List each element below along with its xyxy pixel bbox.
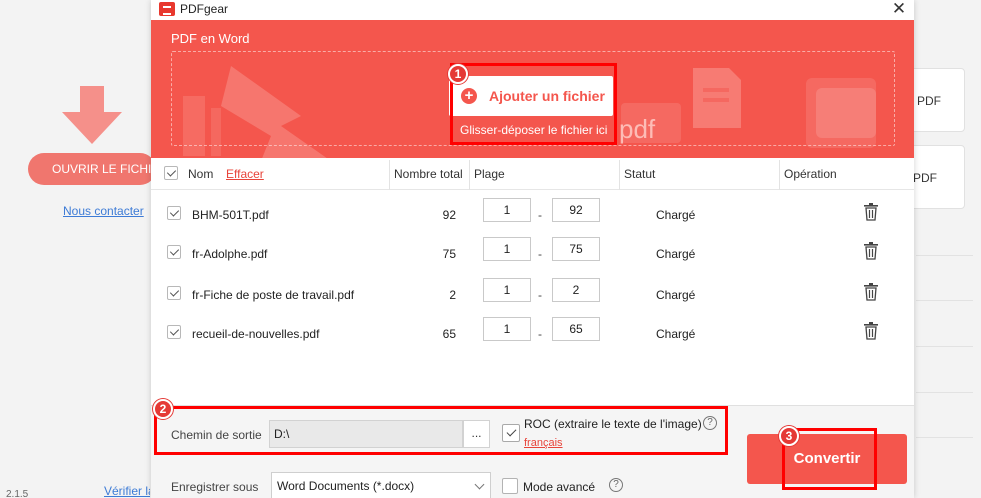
chevron-down-icon — [474, 479, 485, 490]
output-path-label: Chemin de sortie — [171, 428, 262, 442]
ocr-checkbox[interactable] — [502, 424, 520, 442]
drop-hint: Glisser-déposer le fichier ici — [460, 123, 608, 137]
column-header-name: Nom — [188, 167, 214, 181]
status-text: Chargé — [656, 208, 696, 222]
verify-link[interactable]: Vérifier la — [104, 484, 150, 498]
file-name: recueil-de-nouvelles.pdf — [192, 327, 320, 341]
status-text: Chargé — [656, 288, 696, 302]
advanced-mode-label: Mode avancé — [523, 480, 596, 494]
version-label: 2.1.5 — [6, 489, 29, 498]
page-total: 75 — [442, 247, 456, 261]
range-to-input[interactable]: 92 — [552, 198, 600, 222]
clear-link[interactable]: Effacer — [226, 167, 264, 181]
status-text: Chargé — [656, 247, 696, 261]
contact-link[interactable]: Nous contacter — [63, 204, 144, 218]
table-row: fr-Fiche de poste de travail.pdf 2 1 - 2… — [151, 275, 914, 315]
row-checkbox[interactable] — [167, 325, 181, 339]
list-divider — [916, 300, 973, 301]
status-text: Chargé — [656, 327, 696, 341]
save-as-value: Word Documents (*.docx) — [277, 479, 415, 493]
plus-icon: + — [461, 88, 477, 104]
download-arrow-icon — [62, 86, 122, 144]
select-all-checkbox[interactable] — [164, 166, 178, 180]
trash-icon[interactable] — [864, 203, 878, 221]
range-separator: - — [538, 208, 542, 222]
list-divider — [916, 255, 973, 256]
advanced-help-icon[interactable]: ? — [609, 478, 623, 492]
trash-icon[interactable] — [864, 242, 878, 260]
file-name: fr-Adolphe.pdf — [192, 247, 268, 261]
tool-title: PDF en Word — [171, 31, 250, 46]
row-checkbox[interactable] — [167, 286, 181, 300]
app-title: PDFgear — [180, 2, 229, 16]
ocr-language-link[interactable]: français — [524, 437, 563, 449]
range-separator: - — [538, 247, 542, 261]
range-from-input[interactable]: 1 — [483, 237, 531, 261]
add-file-button[interactable]: + Ajouter un fichier — [449, 76, 613, 116]
ocr-help-icon[interactable]: ? — [703, 416, 717, 430]
page-total: 65 — [442, 327, 456, 341]
trash-icon[interactable] — [864, 283, 878, 301]
ocr-label: ROC (extraire le texte de l'image) — [524, 417, 702, 431]
tool-card-pdf-1[interactable]: er PDF — [903, 68, 965, 132]
list-divider — [916, 346, 973, 347]
range-to-input[interactable]: 2 — [552, 278, 600, 302]
row-checkbox[interactable] — [167, 245, 181, 259]
annotation-badge-3: 3 — [779, 426, 799, 446]
file-table-header: Nom Effacer Nombre total Plage Statut Op… — [151, 158, 914, 190]
range-from-input[interactable]: 1 — [483, 278, 531, 302]
table-row: BHM-501T.pdf 92 1 - 92 Chargé — [151, 195, 914, 235]
column-separator — [619, 160, 620, 190]
tool-card-label: PDF — [913, 171, 937, 185]
list-divider — [916, 392, 973, 393]
column-header-range: Plage — [474, 167, 505, 181]
add-file-label: Ajouter un fichier — [489, 88, 605, 104]
table-row: recueil-de-nouvelles.pdf 65 1 - 65 Charg… — [151, 314, 914, 354]
title-bar: PDFgear ✕ — [151, 0, 914, 20]
range-separator: - — [538, 327, 542, 341]
column-separator — [389, 160, 390, 190]
upload-banner: PDF en Word pdf + Ajouter un fichier Gli… — [151, 20, 914, 158]
save-as-select[interactable]: Word Documents (*.docx) — [271, 472, 491, 498]
output-path-input[interactable]: D:\ — [269, 420, 463, 448]
column-header-status: Statut — [624, 167, 656, 181]
annotation-badge-1: 1 — [448, 64, 468, 84]
page-total: 2 — [449, 288, 456, 302]
list-divider — [916, 437, 973, 438]
range-from-input[interactable]: 1 — [483, 198, 531, 222]
open-file-button[interactable]: OUVRIR LE FICHIER — [28, 153, 156, 185]
output-settings: Chemin de sortie D:\ ... ROC (extraire l… — [151, 405, 914, 498]
range-separator: - — [538, 288, 542, 302]
column-separator — [779, 160, 780, 190]
file-name: BHM-501T.pdf — [192, 208, 269, 222]
column-separator — [469, 160, 470, 190]
range-to-input[interactable]: 65 — [552, 317, 600, 341]
column-header-total: Nombre total — [394, 167, 463, 181]
tool-card-pdf-2[interactable]: PDF — [908, 145, 965, 209]
annotation-badge-2: 2 — [153, 399, 173, 419]
range-to-input[interactable]: 75 — [552, 237, 600, 261]
row-checkbox[interactable] — [167, 206, 181, 220]
browse-button[interactable]: ... — [463, 420, 490, 448]
trash-icon[interactable] — [864, 322, 878, 340]
pdfgear-logo-icon — [159, 2, 175, 16]
save-as-label: Enregistrer sous — [171, 480, 259, 494]
pdf-to-word-dialog: PDFgear ✕ PDF en Word pdf + Ajouter un f… — [151, 0, 914, 498]
table-row: fr-Adolphe.pdf 75 1 - 75 Chargé — [151, 234, 914, 274]
range-from-input[interactable]: 1 — [483, 317, 531, 341]
page-total: 92 — [442, 208, 456, 222]
advanced-mode-checkbox[interactable] — [502, 478, 518, 494]
close-button[interactable]: ✕ — [890, 0, 908, 19]
convert-button[interactable]: Convertir — [747, 434, 907, 484]
column-header-operation: Opération — [784, 167, 837, 181]
file-name: fr-Fiche de poste de travail.pdf — [192, 288, 355, 302]
